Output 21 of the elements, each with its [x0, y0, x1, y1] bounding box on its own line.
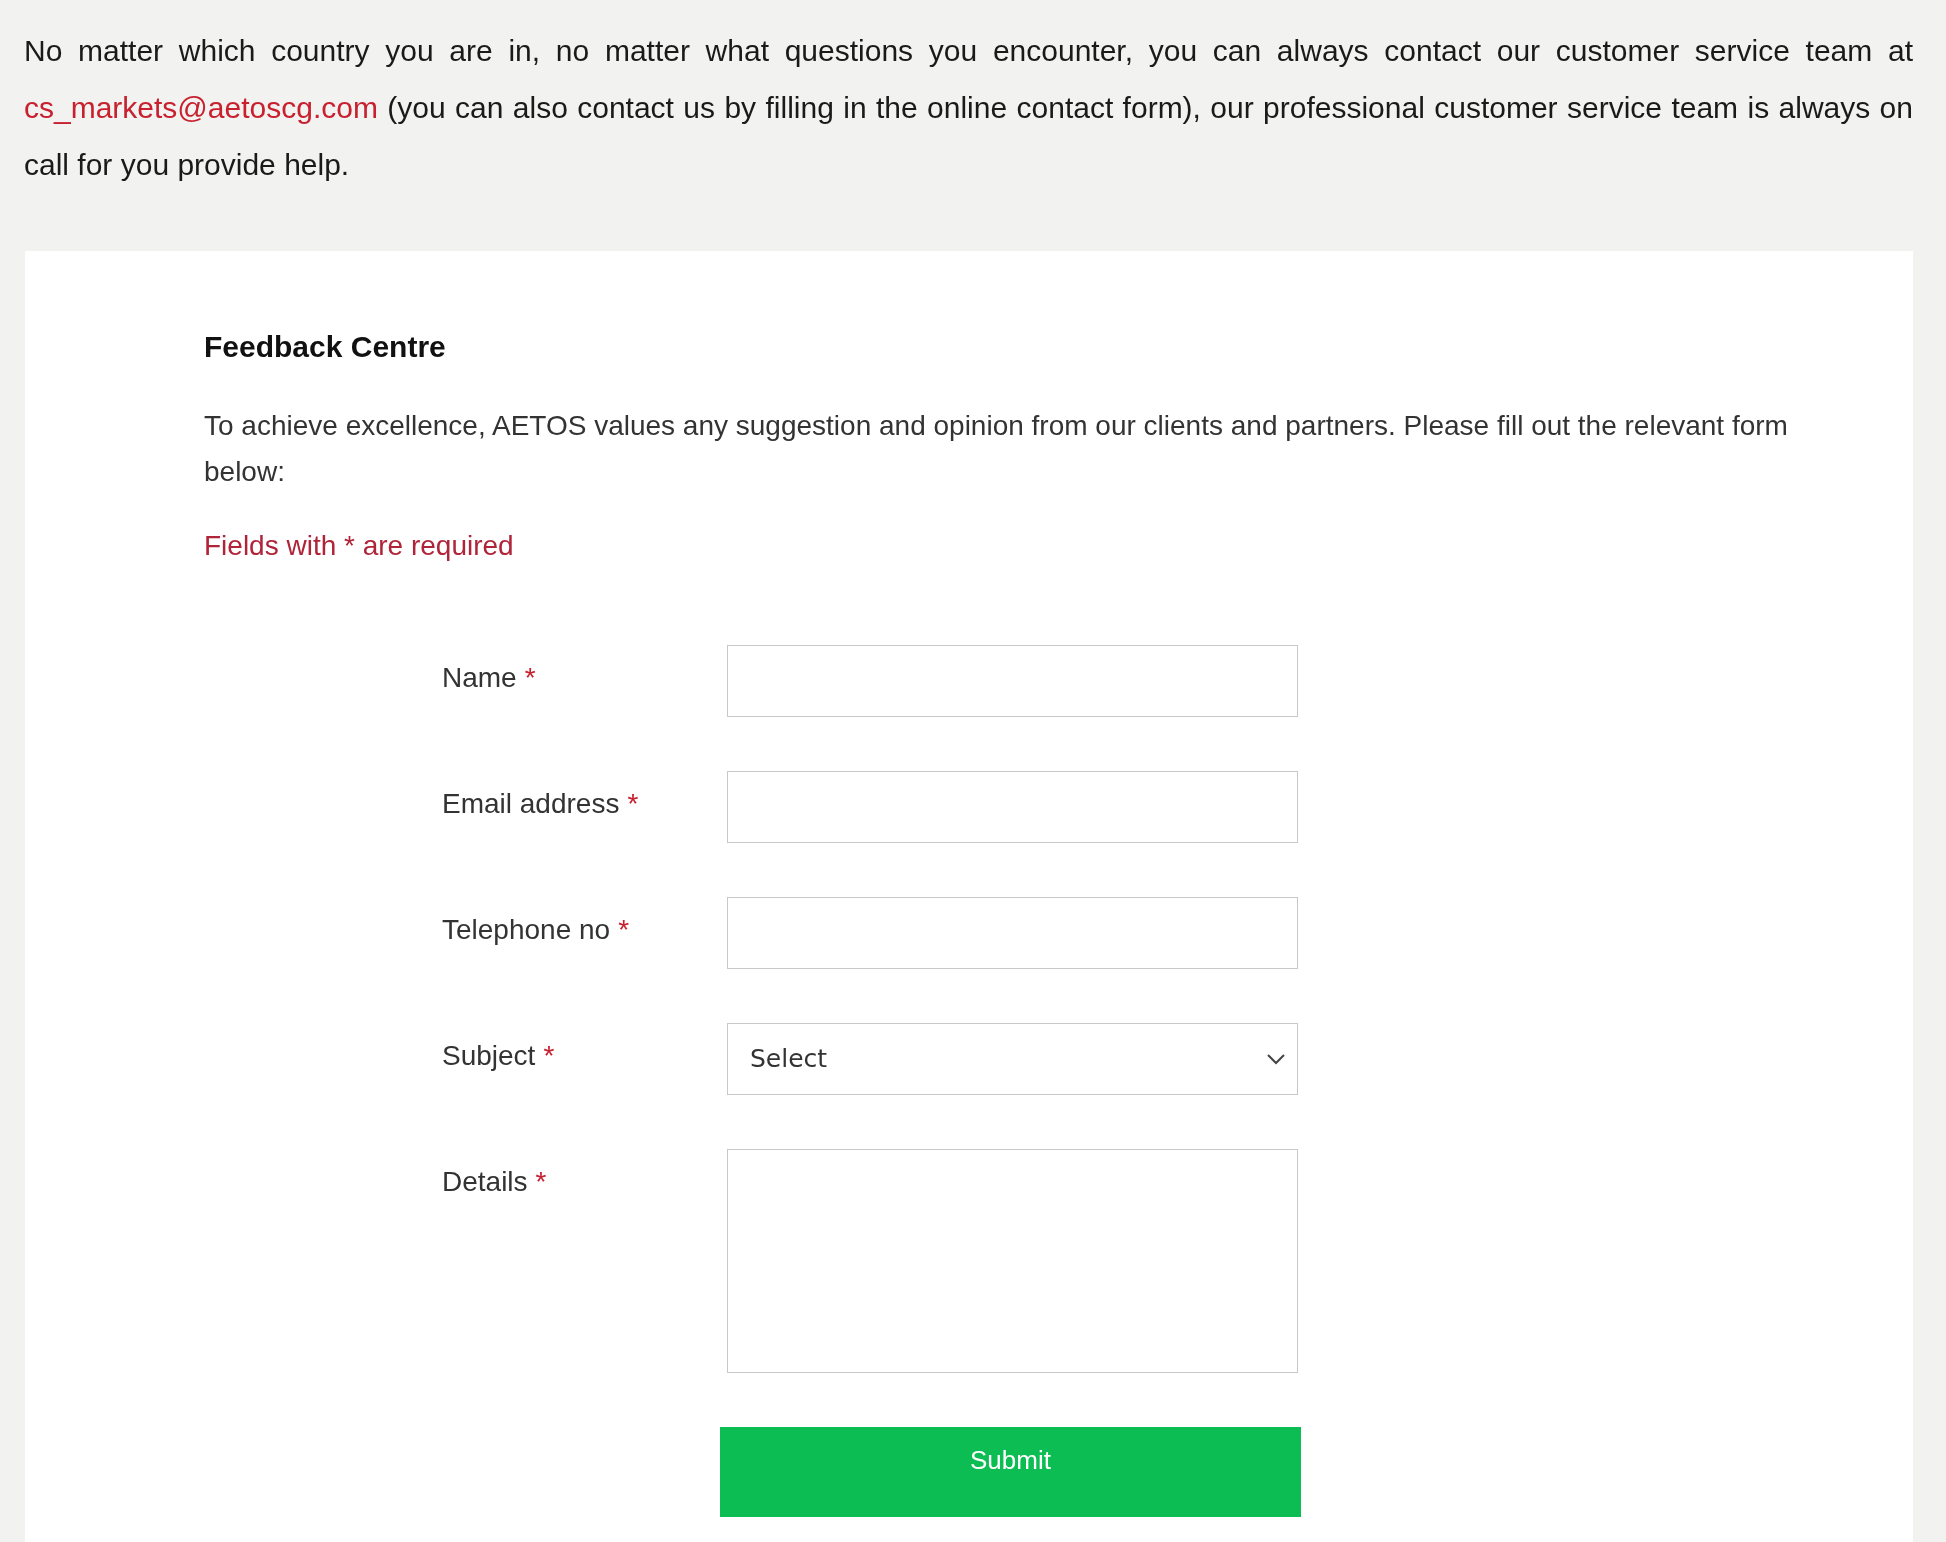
required-mark: *: [543, 1040, 555, 1071]
input-field[interactable]: [727, 771, 1298, 843]
input-field[interactable]: [727, 897, 1298, 969]
field-label: Name: [442, 662, 517, 693]
required-mark: *: [618, 914, 630, 945]
required-mark: *: [535, 1166, 547, 1197]
email-link[interactable]: cs_markets@aetoscg.com: [24, 91, 378, 124]
details-field[interactable]: [727, 1149, 1298, 1373]
required-mark: *: [524, 662, 536, 693]
form-description: To achieve excellence, AETOS values any suggestion and opinion from our clients and partners. Please fill out the relevant form below:: [204, 409, 1789, 489]
field-label: Telephone no: [442, 914, 611, 945]
chevron-down-icon: [1267, 1053, 1285, 1065]
input-field[interactable]: [727, 645, 1298, 717]
required-note: Fields with * are required: [204, 529, 515, 563]
field-label: Email address: [442, 788, 620, 819]
form-title: Feedback Centre: [204, 329, 447, 365]
field-label: Details: [442, 1166, 528, 1197]
required-mark: *: [627, 788, 639, 819]
subject-select[interactable]: Select: [727, 1023, 1298, 1095]
field-label: Subject: [442, 1040, 536, 1071]
intro-paragraph: No matter which country you are in, no matter what questions you encounter, you can always contact our customer service team at cs_markets@aetoscg.com (you can also contact us by filling in the online contact form), our professional customer service team is always on call for you provide help.: [23, 33, 1914, 183]
